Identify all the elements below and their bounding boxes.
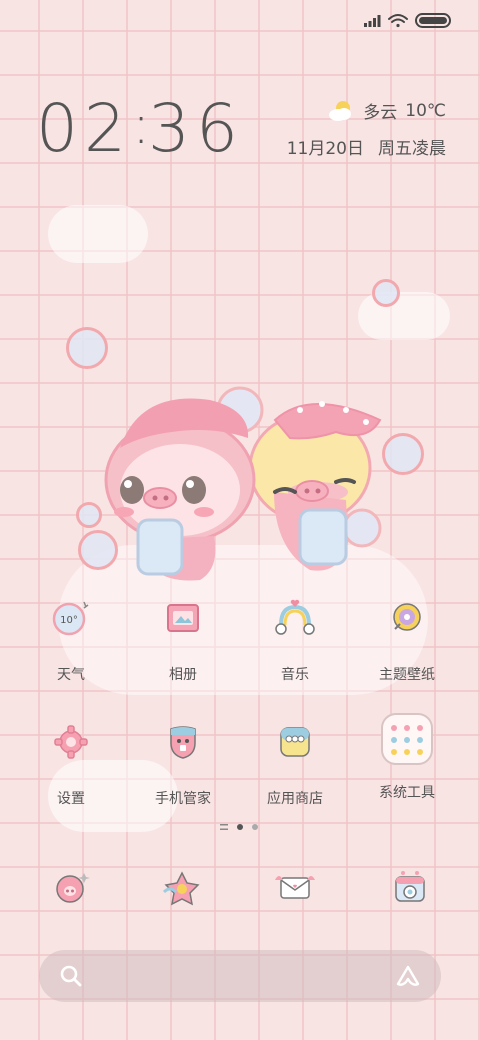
weekday-text: 周五凌晨 <box>378 139 446 159</box>
dock-camera[interactable] <box>388 868 432 908</box>
gallery-icon <box>161 596 205 640</box>
wallpaper-cloud <box>48 205 148 263</box>
dock-phone[interactable] <box>49 868 93 908</box>
battery-icon <box>415 13 451 28</box>
weather-icon: 10° <box>49 596 93 640</box>
partly-cloudy-icon <box>329 100 352 121</box>
wallpaper-bubble <box>76 502 102 528</box>
app-store[interactable]: 应用商店 <box>240 720 350 808</box>
phone-icon <box>56 873 90 903</box>
app-gallery[interactable]: 相册 <box>128 596 238 684</box>
camera-icon <box>395 871 425 902</box>
date-widget[interactable]: 11月20日 周五凌晨 <box>287 134 446 159</box>
app-theme-wallpaper[interactable]: 主题壁纸 <box>352 596 462 684</box>
status-bar <box>364 10 454 32</box>
date-text: 11月20日 <box>286 139 364 159</box>
search-icon <box>60 965 82 987</box>
feed-lines-icon <box>220 824 228 830</box>
wallpaper-cloud <box>358 292 450 340</box>
app-label: 主题壁纸 <box>379 667 435 683</box>
wallpaper-pig-illustration <box>104 386 382 581</box>
page-indicator[interactable] <box>220 824 258 830</box>
app-phone-manager[interactable]: 手机管家 <box>128 720 238 808</box>
weather-widget[interactable]: 多云 10℃ <box>327 98 446 123</box>
wifi-icon <box>388 14 408 28</box>
wallpaper-bubble <box>66 327 108 369</box>
page-dot <box>252 824 258 830</box>
system-tools-folder-icon <box>380 712 434 766</box>
app-label: 音乐 <box>281 667 309 683</box>
app-label: 设置 <box>57 791 85 807</box>
wallpaper-bubble <box>372 279 400 307</box>
app-settings[interactable]: 设置 <box>16 720 126 808</box>
svg-text:10°: 10° <box>60 615 78 626</box>
signal-icon <box>364 15 381 27</box>
clock-hours: 02 <box>36 90 132 167</box>
app-label: 手机管家 <box>155 791 211 807</box>
app-label: 天气 <box>57 667 85 683</box>
app-label: 相册 <box>169 667 197 683</box>
messages-icon <box>275 876 315 899</box>
page-dot-active <box>237 824 243 830</box>
clock[interactable]: 02:36 <box>36 90 244 167</box>
app-music[interactable]: 音乐 <box>240 596 350 684</box>
app-store-icon <box>273 720 317 764</box>
app-label: 应用商店 <box>267 791 323 807</box>
music-icon <box>273 596 317 640</box>
app-label: 系统工具 <box>379 785 435 801</box>
clock-separator: : <box>131 93 157 156</box>
phone-manager-icon <box>161 720 205 764</box>
settings-icon <box>49 720 93 764</box>
dock-messages[interactable] <box>273 868 317 908</box>
theme-wallpaper-icon <box>385 596 429 640</box>
dock-browser[interactable] <box>160 868 204 908</box>
clock-minutes: 36 <box>147 90 244 167</box>
weather-condition: 多云 <box>363 103 398 123</box>
folder-system-tools[interactable]: 系统工具 <box>352 712 462 802</box>
assistant-icon[interactable] <box>395 964 421 988</box>
browser-icon <box>162 871 200 906</box>
app-weather[interactable]: 10° 天气 <box>16 596 126 684</box>
search-bar[interactable] <box>39 950 441 1002</box>
weather-temperature: 10℃ <box>405 100 446 121</box>
